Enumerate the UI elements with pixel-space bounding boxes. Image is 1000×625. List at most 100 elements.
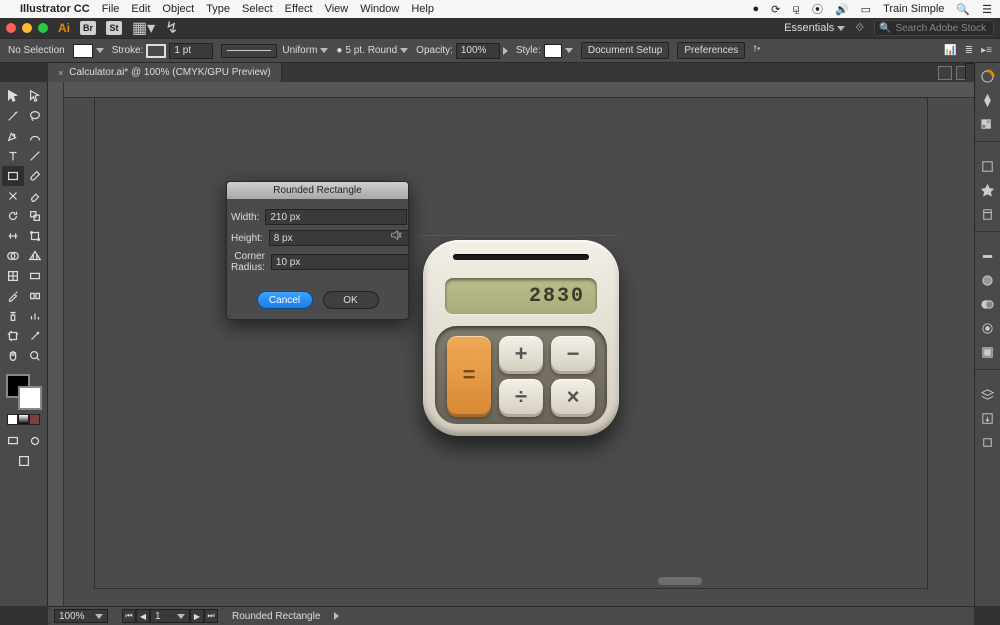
gradient-tool[interactable]: [24, 266, 46, 286]
mesh-tool[interactable]: [2, 266, 24, 286]
ruler-horizontal[interactable]: [64, 82, 974, 98]
perspective-grid-tool[interactable]: [24, 246, 46, 266]
search-stock-input[interactable]: 🔍 Search Adobe Stock: [874, 20, 994, 36]
style-swatch[interactable]: [544, 44, 562, 58]
window-controls[interactable]: [6, 23, 48, 33]
swatches-panel-icon[interactable]: [979, 115, 997, 133]
stock-icon[interactable]: St: [106, 21, 122, 35]
zoom-select[interactable]: 100%: [54, 609, 108, 623]
shaper-tool[interactable]: [2, 186, 24, 206]
scale-tool[interactable]: [24, 206, 46, 226]
menu-app[interactable]: Illustrator CC: [20, 3, 90, 15]
horizontal-scrollbar[interactable]: [478, 577, 968, 587]
workspace-switcher[interactable]: Essentials: [784, 22, 845, 34]
zoom-tool[interactable]: [24, 346, 46, 366]
color-guide-panel-icon[interactable]: [979, 91, 997, 109]
brushes-panel-icon[interactable]: [979, 157, 997, 175]
libraries-panel-icon[interactable]: [979, 205, 997, 223]
brush-label[interactable]: 5 pt. Round: [345, 45, 397, 56]
bridge-icon[interactable]: Br: [80, 21, 96, 35]
magic-wand-tool[interactable]: [2, 106, 24, 126]
symbols-panel-icon[interactable]: [979, 181, 997, 199]
artboards-panel-icon[interactable]: [979, 433, 997, 451]
menu-window[interactable]: Window: [360, 3, 399, 15]
spotlight-icon[interactable]: 🔍: [956, 3, 970, 16]
direct-selection-tool[interactable]: [24, 86, 46, 106]
hand-tool[interactable]: [2, 346, 24, 366]
last-artboard-icon[interactable]: ⏭: [204, 609, 218, 623]
artboard-nav-input[interactable]: 1: [150, 609, 190, 623]
menu-help[interactable]: Help: [411, 3, 434, 15]
menu-type[interactable]: Type: [206, 3, 230, 15]
ok-button[interactable]: OK: [323, 291, 379, 309]
artboard-tool[interactable]: [2, 326, 24, 346]
type-tool[interactable]: [2, 146, 24, 166]
status-menu-icon[interactable]: [334, 612, 339, 620]
control-menu-icon[interactable]: ▸≡: [981, 45, 992, 56]
free-transform-tool[interactable]: [24, 226, 46, 246]
width-input[interactable]: [265, 209, 407, 225]
symbol-sprayer-tool[interactable]: [2, 306, 24, 326]
stroke-weight-input[interactable]: [169, 43, 213, 59]
curvature-tool[interactable]: [24, 126, 46, 146]
paintbrush-tool[interactable]: [24, 166, 46, 186]
menu-object[interactable]: Object: [162, 3, 194, 15]
canvas[interactable]: 2830 + − = ÷ × Rounded Rectangle Width: …: [48, 82, 974, 606]
transparency-panel-icon[interactable]: [979, 295, 997, 313]
blend-tool[interactable]: [24, 286, 46, 306]
eraser-tool[interactable]: [24, 186, 46, 206]
arrange-docs-icon[interactable]: ▦▾: [132, 18, 155, 38]
close-tab-icon[interactable]: ×: [58, 68, 63, 78]
menu-view[interactable]: View: [325, 3, 349, 15]
stroke-swatch[interactable]: [146, 44, 166, 58]
slice-tool[interactable]: [24, 326, 46, 346]
graphic-styles-panel-icon[interactable]: [979, 343, 997, 361]
column-graph-tool[interactable]: [24, 306, 46, 326]
sync-settings-icon[interactable]: ⟐: [855, 22, 864, 35]
width-tool[interactable]: [2, 226, 24, 246]
document-setup-button[interactable]: Document Setup: [581, 42, 670, 59]
rotate-tool[interactable]: [2, 206, 24, 226]
minimize-window-icon[interactable]: [22, 23, 32, 33]
close-window-icon[interactable]: [6, 23, 16, 33]
menu-user[interactable]: Train Simple: [883, 3, 944, 15]
cancel-button[interactable]: Cancel: [257, 291, 313, 309]
zoom-window-icon[interactable]: [38, 23, 48, 33]
selection-tool[interactable]: [2, 86, 24, 106]
radius-input[interactable]: [271, 254, 409, 270]
draw-mode-icon[interactable]: [24, 431, 46, 451]
ruler-vertical[interactable]: [48, 82, 64, 606]
pen-tool[interactable]: [2, 126, 24, 146]
stroke-panel-icon[interactable]: [979, 247, 997, 265]
line-tool[interactable]: [24, 146, 46, 166]
opacity-input[interactable]: [456, 43, 500, 59]
stroke-profile[interactable]: [221, 44, 277, 58]
gradient-panel-icon[interactable]: [979, 271, 997, 289]
layers-panel-icon[interactable]: [979, 385, 997, 403]
height-input[interactable]: [269, 230, 409, 246]
preferences-button[interactable]: Preferences: [677, 42, 745, 59]
rectangle-tool[interactable]: [2, 166, 24, 186]
menu-edit[interactable]: Edit: [131, 3, 150, 15]
lasso-tool[interactable]: [24, 106, 46, 126]
align-to-icon[interactable]: ⭫▾: [753, 42, 760, 59]
screen-mode-icon[interactable]: [2, 431, 24, 451]
menu-select[interactable]: Select: [242, 3, 273, 15]
tab-calculator[interactable]: × Calculator.ai* @ 100% (CMYK/GPU Previe…: [48, 63, 282, 82]
stroke-swatch-main[interactable]: [18, 386, 42, 410]
shape-builder-tool[interactable]: [2, 246, 24, 266]
menu-file[interactable]: File: [102, 3, 120, 15]
panel-toggle-icon[interactable]: 📊: [944, 45, 956, 56]
eyedropper-tool[interactable]: [2, 286, 24, 306]
menu-extra-icon[interactable]: ☰: [982, 3, 992, 16]
menu-effect[interactable]: Effect: [285, 3, 313, 15]
next-artboard-icon[interactable]: ▶: [190, 609, 204, 623]
fill-stroke-swatches[interactable]: [6, 374, 42, 410]
panel-toggle2-icon[interactable]: ≣: [965, 45, 973, 56]
fill-swatch[interactable]: [73, 44, 93, 58]
color-mode-row[interactable]: [7, 414, 40, 425]
color-panel-icon[interactable]: [979, 67, 997, 85]
appearance-panel-icon[interactable]: [979, 319, 997, 337]
gpu-icon[interactable]: ↯: [165, 18, 178, 38]
first-artboard-icon[interactable]: ⏮: [122, 609, 136, 623]
